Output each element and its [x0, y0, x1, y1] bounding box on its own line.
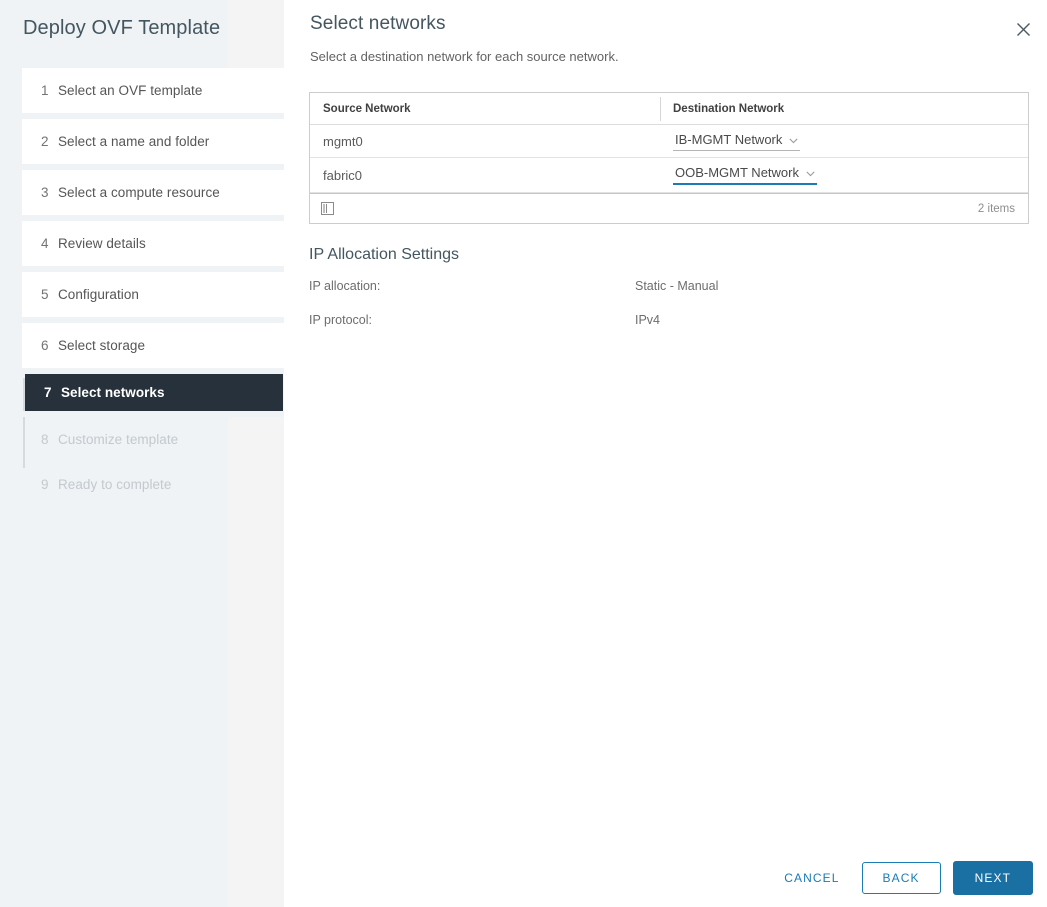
dropdown-value: OOB-MGMT Network: [675, 165, 799, 180]
deploy-ovf-template-wizard: Deploy OVF Template 1 Select an OVF temp…: [0, 0, 1047, 907]
chevron-down-icon: [789, 132, 798, 147]
destination-network-dropdown-mgmt0[interactable]: IB-MGMT Network: [673, 132, 800, 151]
next-button[interactable]: NEXT: [953, 861, 1033, 895]
column-settings-icon[interactable]: [321, 202, 334, 215]
ip-allocation-row: IP allocation: Static - Manual: [309, 279, 909, 295]
wizard-title: Deploy OVF Template: [23, 17, 220, 40]
step-number: 6: [41, 338, 58, 353]
ip-protocol-row: IP protocol: IPv4: [309, 313, 909, 329]
sidebar-step-8: 8 Customize template: [22, 417, 284, 462]
cell-destination-network: OOB-MGMT Network: [660, 165, 1028, 185]
wizard-sidebar: Deploy OVF Template 1 Select an OVF temp…: [0, 0, 284, 907]
step-label: Select a name and folder: [58, 134, 209, 149]
wizard-step-list: 1 Select an OVF template 2 Select a name…: [22, 68, 284, 507]
step-label: Customize template: [58, 432, 178, 447]
step-label: Select networks: [61, 385, 165, 400]
table-header-row: Source Network Destination Network: [310, 93, 1028, 125]
step-number: 9: [41, 477, 58, 492]
ip-allocation-value: Static - Manual: [635, 279, 718, 293]
sidebar-step-3[interactable]: 3 Select a compute resource: [22, 170, 284, 215]
page-title: Select networks: [310, 13, 446, 35]
cancel-button[interactable]: CANCEL: [774, 863, 849, 893]
step-label: Select storage: [58, 338, 145, 353]
step-number: 2: [41, 134, 58, 149]
cell-source-network: fabric0: [310, 168, 660, 183]
step-number: 1: [41, 83, 58, 98]
table-row: fabric0 OOB-MGMT Network: [310, 158, 1028, 193]
step-number: 3: [41, 185, 58, 200]
column-header-source-network: Source Network: [310, 103, 660, 115]
column-header-destination-network: Destination Network: [660, 103, 1028, 115]
sidebar-step-2[interactable]: 2 Select a name and folder: [22, 119, 284, 164]
dropdown-value: IB-MGMT Network: [675, 132, 782, 147]
step-label: Configuration: [58, 287, 139, 302]
step-label: Ready to complete: [58, 477, 171, 492]
network-mapping-table: Source Network Destination Network mgmt0…: [309, 92, 1029, 224]
chevron-down-icon: [806, 165, 815, 180]
column-divider: [660, 97, 661, 121]
sidebar-step-6[interactable]: 6 Select storage: [22, 323, 284, 368]
close-icon[interactable]: [1010, 16, 1036, 42]
ip-allocation-label: IP allocation:: [309, 279, 380, 293]
sidebar-step-7-selected[interactable]: 7 Select networks: [25, 374, 283, 411]
wizard-content-panel: Select networks Select a destination net…: [284, 0, 1047, 907]
table-row: mgmt0 IB-MGMT Network: [310, 125, 1028, 158]
step-label: Select a compute resource: [58, 185, 220, 200]
sidebar-step-5[interactable]: 5 Configuration: [22, 272, 284, 317]
sidebar-step-4[interactable]: 4 Review details: [22, 221, 284, 266]
destination-network-dropdown-fabric0[interactable]: OOB-MGMT Network: [673, 165, 817, 185]
step-label: Review details: [58, 236, 146, 251]
cell-source-network: mgmt0: [310, 134, 660, 149]
ip-protocol-value: IPv4: [635, 313, 660, 327]
sidebar-step-9: 9 Ready to complete: [22, 462, 284, 507]
back-button[interactable]: BACK: [862, 862, 941, 894]
page-subtitle: Select a destination network for each so…: [310, 49, 619, 64]
sidebar-step-1[interactable]: 1 Select an OVF template: [22, 68, 284, 113]
ip-protocol-label: IP protocol:: [309, 313, 372, 327]
table-footer: 2 items: [310, 193, 1028, 223]
step-label: Select an OVF template: [58, 83, 202, 98]
cell-destination-network: IB-MGMT Network: [660, 132, 1028, 151]
step-number: 4: [41, 236, 58, 251]
step-number: 7: [44, 385, 61, 400]
step-number: 8: [41, 432, 58, 447]
ip-allocation-heading: IP Allocation Settings: [309, 246, 459, 264]
wizard-footer-actions: CANCEL BACK NEXT: [774, 861, 1033, 895]
item-count-label: 2 items: [978, 203, 1015, 215]
step-number: 5: [41, 287, 58, 302]
